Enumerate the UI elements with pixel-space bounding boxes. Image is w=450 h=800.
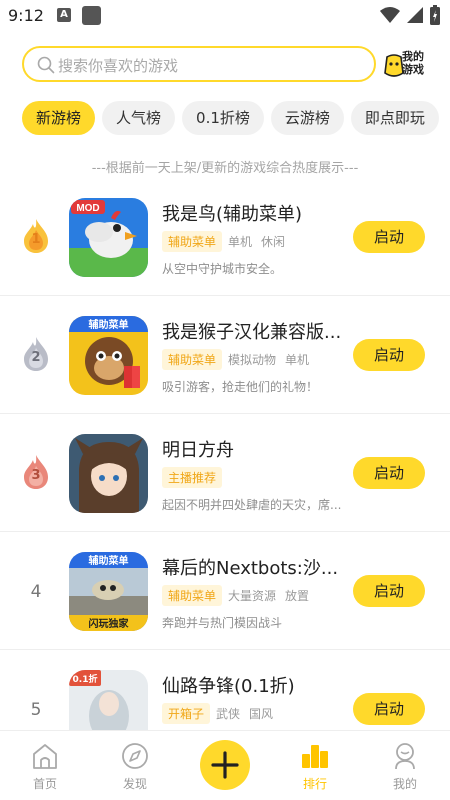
launch-button[interactable]: 启动 — [353, 457, 425, 489]
nav-label: 发现 — [122, 777, 147, 791]
highlight-tag: 开箱子 — [162, 703, 211, 724]
rank-badge: 4 — [22, 572, 50, 608]
tag: 国风 — [249, 707, 274, 721]
list-item[interactable]: 3 明日方舟 主播推荐 起因不明并四处肆虐的天灾，席... 启动 — [0, 414, 450, 532]
nav-label: 首页 — [32, 777, 57, 791]
status-time: 9:12 — [8, 6, 44, 25]
tag: 休闲 — [261, 235, 286, 249]
tag: 放置 — [285, 589, 310, 603]
tab-instant-play[interactable]: 即点即玩 — [350, 101, 439, 135]
highlight-tag: 主播推荐 — [162, 467, 223, 488]
rank-number: 5 — [30, 700, 42, 720]
nav-home[interactable]: 首页 — [0, 731, 90, 800]
launch-button[interactable]: 启动 — [353, 221, 425, 253]
discount-badge: 0.1折 — [73, 673, 98, 685]
search-input[interactable]: 搜索你喜欢的游戏 — [22, 46, 376, 82]
game-tags: 辅助菜单 模拟动物 单机 — [162, 349, 318, 370]
rank-number: 1 — [31, 232, 41, 247]
game-title[interactable]: 仙路争锋(0.1折) — [162, 672, 342, 698]
game-tags: 辅助菜单 单机 休闲 — [162, 231, 294, 252]
ranking-tabs: 新游榜 人气榜 0.1折榜 云游榜 即点即玩 — [22, 101, 450, 135]
game-icon-monkey[interactable]: 辅助菜单 — [69, 316, 148, 395]
gamepad-icon — [384, 54, 404, 77]
search-placeholder: 搜索你喜欢的游戏 — [58, 57, 179, 75]
launch-button[interactable]: 启动 — [353, 693, 425, 725]
mod-badge: MOD — [76, 203, 99, 214]
my-games-label: 我的 游戏 — [402, 50, 424, 76]
game-tags: 主播推荐 — [162, 467, 228, 488]
helper-badge: 辅助菜单 — [89, 554, 129, 567]
ranking-icon — [302, 745, 328, 768]
rank-badge-gold: 1 — [22, 218, 50, 254]
launch-button[interactable]: 启动 — [353, 575, 425, 607]
game-description: 从空中守护城市安全。 — [162, 262, 283, 276]
game-tags: 辅助菜单 大量资源 放置 — [162, 585, 318, 606]
rank-badge-bronze: 3 — [22, 454, 50, 490]
game-icon-arknights[interactable] — [69, 434, 148, 513]
game-description: 奔跑并与热门模因战斗 — [162, 616, 283, 630]
game-description: 起因不明并四处肆虐的天灾，席... — [162, 498, 342, 512]
nav-label: 排行 — [302, 777, 327, 791]
tag: 大量资源 — [228, 589, 277, 603]
nav-mine[interactable]: 我的 — [360, 731, 450, 800]
rank-number: 2 — [31, 350, 41, 365]
add-button[interactable] — [200, 740, 250, 790]
tab-cloud[interactable]: 云游榜 — [270, 101, 344, 135]
search-row: 搜索你喜欢的游戏 我的 游戏 — [22, 46, 432, 84]
tag: 单机 — [285, 353, 310, 367]
nav-label: 我的 — [392, 777, 417, 791]
tag: 武侠 — [216, 707, 241, 721]
status-bar: 9:12 A — [0, 0, 450, 32]
game-title[interactable]: 我是猴子汉化兼容版... — [162, 318, 342, 344]
highlight-tag: 辅助菜单 — [162, 231, 223, 252]
search-icon — [37, 56, 55, 74]
game-description: 吸引游客，抢走他们的礼物！ — [162, 380, 319, 394]
notification-a-icon: A — [57, 8, 71, 22]
my-games-button[interactable]: 我的 游戏 — [384, 50, 430, 80]
highlight-tag: 辅助菜单 — [162, 349, 223, 370]
game-list: 1 MOD 我是鸟(辅助菜单) 辅助菜单单机休闲 从空中守护城市安全。 启动 — [0, 178, 450, 768]
game-title[interactable]: 幕后的Nextbots:沙... — [162, 554, 342, 580]
rank-number: 3 — [31, 468, 41, 483]
highlight-tag: 辅助菜单 — [162, 585, 223, 606]
battery-icon — [430, 5, 440, 25]
list-item[interactable]: 2 辅助菜单 我是猴子汉化兼容版... 辅助菜单 模拟动物 单机 吸引游客，抢走他们… — [0, 296, 450, 414]
nav-discover[interactable]: 发现 — [90, 731, 180, 800]
tab-discount[interactable]: 0.1折榜 — [182, 101, 264, 135]
rank-badge: 5 — [22, 690, 50, 726]
tab-new-games[interactable]: 新游榜 — [22, 101, 96, 135]
launch-button[interactable]: 启动 — [353, 339, 425, 371]
game-icon-nextbots[interactable]: 辅助菜单 闪玩独家 — [69, 552, 148, 631]
exclusive-badge: 闪玩独家 — [89, 617, 130, 630]
list-item[interactable]: 1 MOD 我是鸟(辅助菜单) 辅助菜单 单机 休闲 从空中守护城市安全。 启动 — [0, 178, 450, 296]
rank-badge-silver: 2 — [22, 336, 50, 372]
helper-badge: 辅助菜单 — [89, 318, 129, 331]
game-tags: 开箱子 武侠 国风 — [162, 703, 282, 724]
profile-icon — [395, 743, 415, 770]
tab-popular[interactable]: 人气榜 — [102, 101, 176, 135]
rank-number: 4 — [30, 582, 42, 602]
list-item[interactable]: 4 辅助菜单 闪玩独家 幕后的Nextbots:沙... 辅助菜单 大量资源 放置 … — [0, 532, 450, 650]
game-title[interactable]: 我是鸟(辅助菜单) — [162, 200, 342, 226]
game-title[interactable]: 明日方舟 — [162, 436, 342, 462]
plus-icon — [211, 751, 239, 779]
wifi-icon — [380, 7, 400, 23]
notification-square-icon — [82, 6, 101, 25]
game-icon-bird[interactable]: MOD — [69, 198, 148, 277]
home-icon — [33, 744, 57, 769]
nav-ranking[interactable]: 排行 — [270, 731, 360, 800]
signal-icon — [407, 7, 423, 23]
tag: 模拟动物 — [228, 353, 277, 367]
tag: 单机 — [228, 235, 253, 249]
compass-icon — [122, 743, 148, 769]
ranking-subtitle: ---根据前一天上架/更新的游戏综合热度展示--- — [91, 161, 359, 176]
